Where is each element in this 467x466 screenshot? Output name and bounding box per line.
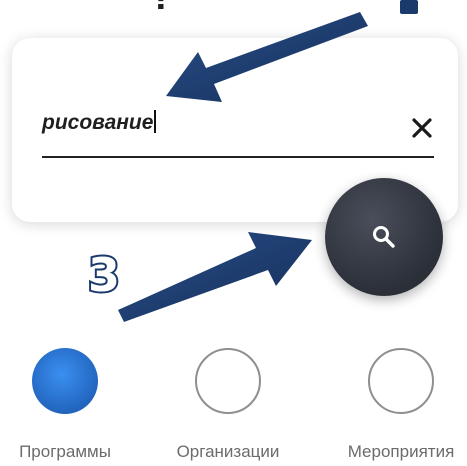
category-programs[interactable]: Программы — [0, 348, 140, 462]
search-submit-button[interactable] — [325, 178, 443, 296]
step-number-label: 3 — [86, 246, 122, 304]
search-input-text: рисование — [42, 111, 154, 134]
text-caret — [154, 110, 157, 133]
search-input[interactable]: рисование — [42, 110, 434, 135]
category-organizations[interactable]: Организации — [153, 348, 303, 462]
category-radio[interactable] — [368, 348, 434, 414]
category-label: Программы — [19, 442, 111, 461]
search-underline — [42, 156, 434, 158]
close-icon — [412, 118, 432, 138]
cropped-step-marker — [400, 0, 418, 14]
top-cropped-text: ? — [150, 0, 173, 19]
category-radio-selected[interactable] — [32, 348, 98, 414]
search-icon — [373, 226, 395, 248]
category-events[interactable]: Мероприятия — [326, 348, 467, 462]
category-label: Мероприятия — [347, 442, 455, 461]
arrow-to-search-button — [118, 232, 312, 322]
category-radio[interactable] — [195, 348, 261, 414]
category-label: Организации — [176, 442, 280, 461]
clear-search-button[interactable] — [408, 114, 436, 142]
